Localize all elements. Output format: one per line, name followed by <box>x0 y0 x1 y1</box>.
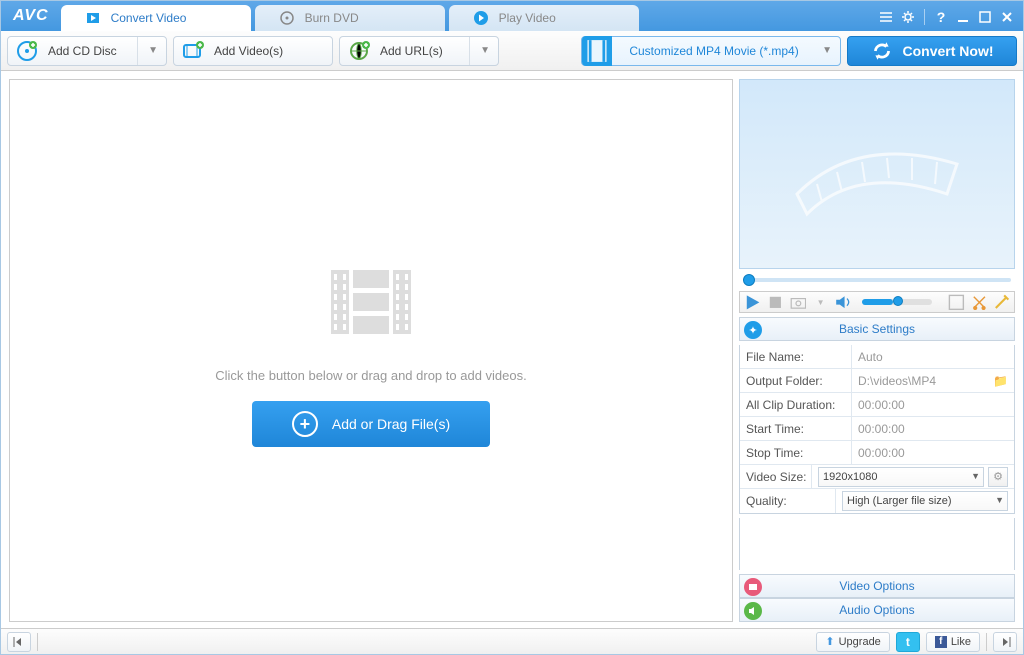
close-icon[interactable] <box>997 7 1017 27</box>
minimize-icon[interactable] <box>953 7 973 27</box>
play-button[interactable] <box>744 293 761 311</box>
chevron-down-icon[interactable]: ▼ <box>812 293 829 311</box>
file-name-value[interactable]: Auto <box>852 345 1014 368</box>
folder-icon[interactable]: 📁 <box>993 374 1008 388</box>
upgrade-button[interactable]: ⬆ Upgrade <box>816 632 889 652</box>
video-size-gear-button[interactable]: ⚙ <box>988 467 1008 487</box>
tab-burn-dvd[interactable]: Burn DVD <box>255 5 445 31</box>
collapse-right-icon[interactable] <box>993 632 1017 652</box>
filmstrip-icon <box>323 254 419 350</box>
maximize-icon[interactable] <box>975 7 995 27</box>
button-label: Like <box>951 636 971 648</box>
add-files-button[interactable]: + Add or Drag File(s) <box>252 401 490 447</box>
chevron-down-icon[interactable]: ▼ <box>137 37 158 65</box>
video-options-icon <box>744 578 762 596</box>
tab-play-video[interactable]: Play Video <box>449 5 639 31</box>
crop-button[interactable] <box>948 293 965 311</box>
side-panel: ▼ ✦ Basic Settings File Name:Auto Output… <box>739 79 1015 622</box>
audio-options-icon <box>744 602 762 620</box>
add-urls-button[interactable]: Add URL(s) ▼ <box>339 36 499 66</box>
button-label: Add CD Disc <box>48 44 117 58</box>
window-controls: ? <box>876 7 1023 31</box>
twitter-button[interactable]: t <box>896 632 920 652</box>
player-controls: ▼ <box>739 291 1015 313</box>
app-logo: AVC <box>9 7 61 31</box>
section-title: Basic Settings <box>839 322 915 336</box>
start-time-label: Start Time: <box>740 417 852 440</box>
settings-basic-icon: ✦ <box>744 321 762 339</box>
add-cd-disc-button[interactable]: Add CD Disc ▼ <box>7 36 167 66</box>
output-format-selector[interactable]: Customized MP4 Movie (*.mp4) ▼ <box>581 36 841 66</box>
facebook-icon: f <box>935 636 947 648</box>
menu-icon[interactable] <box>876 7 896 27</box>
tab-label: Play Video <box>499 11 556 25</box>
button-label: Add URL(s) <box>380 44 443 58</box>
refresh-icon <box>871 40 893 62</box>
video-options-header[interactable]: Video Options <box>739 574 1015 598</box>
drop-zone[interactable]: Click the button below or drag and drop … <box>9 79 733 622</box>
quality-label: Quality: <box>740 489 836 513</box>
stop-button[interactable] <box>767 293 784 311</box>
clip-duration-label: All Clip Duration: <box>740 393 852 416</box>
output-folder-value[interactable]: D:\videos\MP4📁 <box>852 369 1014 392</box>
upgrade-icon: ⬆ <box>825 635 834 648</box>
video-size-select[interactable]: ▼ <box>818 467 984 487</box>
section-title: Video Options <box>839 579 914 593</box>
button-label: Upgrade <box>839 636 881 648</box>
stop-time-label: Stop Time: <box>740 441 852 464</box>
volume-icon[interactable] <box>835 293 852 311</box>
seek-bar[interactable] <box>739 273 1015 287</box>
preview-pane <box>739 79 1015 269</box>
video-size-label: Video Size: <box>740 465 812 488</box>
collapse-left-icon[interactable] <box>7 632 31 652</box>
convert-now-button[interactable]: Convert Now! <box>847 36 1017 66</box>
film-icon <box>582 36 612 66</box>
plus-circle-icon: + <box>292 411 318 437</box>
format-label: Customized MP4 Movie (*.mp4) <box>626 44 802 58</box>
toolbar: Add CD Disc ▼ Add Video(s) Add URL(s) ▼ … <box>1 31 1023 71</box>
file-name-label: File Name: <box>740 345 852 368</box>
output-folder-label: Output Folder: <box>740 369 852 392</box>
video-plus-icon <box>182 40 204 62</box>
cut-button[interactable] <box>971 293 988 311</box>
settings-icon[interactable] <box>898 7 918 27</box>
main-area: Click the button below or drag and drop … <box>1 71 1023 628</box>
facebook-like-button[interactable]: f Like <box>926 632 980 652</box>
tab-label: Burn DVD <box>305 11 359 25</box>
disc-icon <box>279 10 295 26</box>
disc-plus-icon <box>16 40 38 62</box>
basic-settings-grid: File Name:Auto Output Folder:D:\videos\M… <box>739 345 1015 514</box>
chevron-down-icon[interactable]: ▼ <box>812 37 832 65</box>
quality-select[interactable]: ▼ <box>842 491 1008 511</box>
seek-thumb[interactable] <box>743 274 755 286</box>
audio-options-header[interactable]: Audio Options <box>739 598 1015 622</box>
chevron-down-icon[interactable]: ▼ <box>469 37 490 65</box>
stop-time-value[interactable]: 00:00:00 <box>852 441 1014 464</box>
add-videos-button[interactable]: Add Video(s) <box>173 36 333 66</box>
globe-plus-icon <box>348 40 370 62</box>
basic-settings-header[interactable]: ✦ Basic Settings <box>739 317 1015 341</box>
help-icon[interactable]: ? <box>931 7 951 27</box>
titlebar: AVC Convert Video Burn DVD Play Video ? <box>1 1 1023 31</box>
button-label: Convert Now! <box>903 43 994 59</box>
dropzone-hint: Click the button below or drag and drop … <box>215 368 526 383</box>
convert-icon <box>85 10 101 26</box>
statusbar: ⬆ Upgrade t f Like <box>1 628 1023 654</box>
button-label: Add or Drag File(s) <box>332 416 450 432</box>
button-label: Add Video(s) <box>214 44 283 58</box>
section-title: Audio Options <box>839 603 914 617</box>
clip-duration-value: 00:00:00 <box>852 393 1014 416</box>
volume-slider[interactable] <box>862 299 932 305</box>
tab-convert-video[interactable]: Convert Video <box>61 5 251 31</box>
effects-button[interactable] <box>993 293 1010 311</box>
film-reel-icon <box>787 124 967 224</box>
start-time-value[interactable]: 00:00:00 <box>852 417 1014 440</box>
play-icon <box>473 10 489 26</box>
snapshot-button[interactable] <box>790 293 807 311</box>
tab-label: Convert Video <box>111 11 187 25</box>
